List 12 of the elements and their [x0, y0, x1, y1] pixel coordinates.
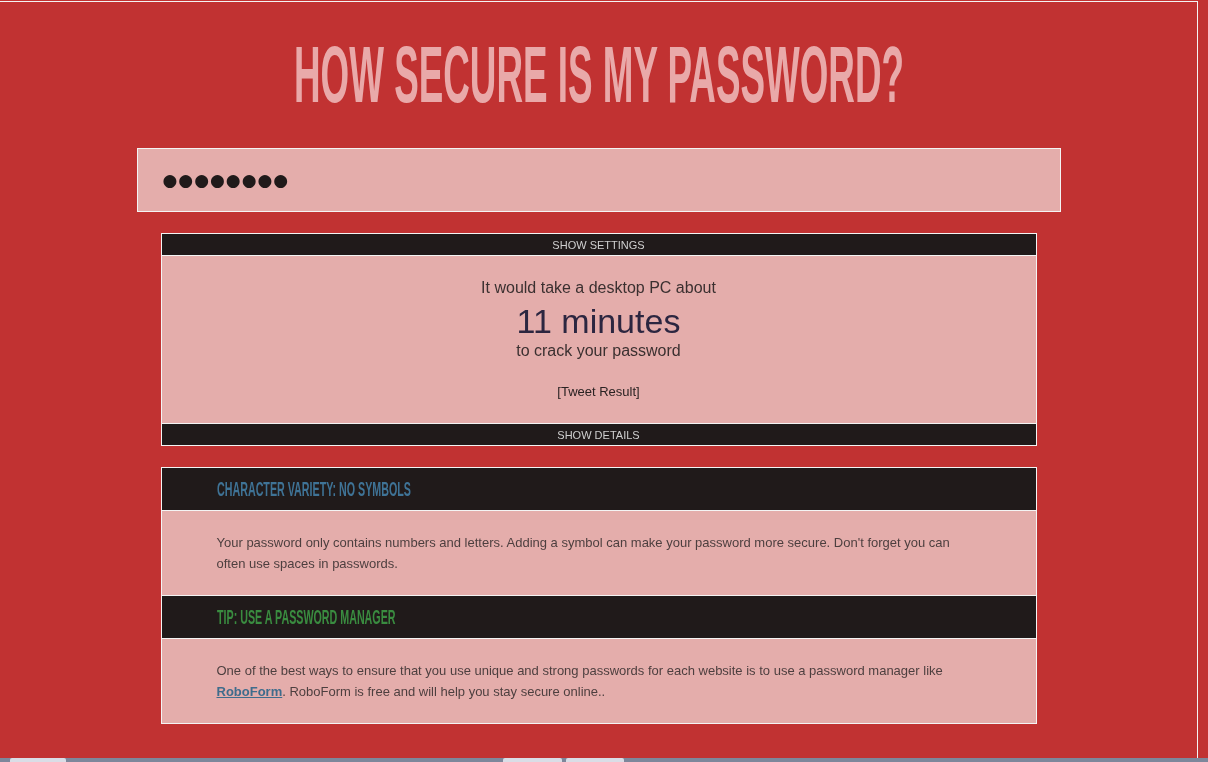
section-paragraph: One of the best ways to ensure that you use unique and strong passwords for each website is to use a password manager like RoboForm. RoboForm is free and will help you stay secure online..	[216, 662, 944, 701]
section-heading: CHARACTER VARIETY: NO SYMBOLS	[216, 478, 411, 500]
show-details-button[interactable]: SHOW DETAILS	[161, 423, 1036, 445]
result-trail-text: to crack your password	[516, 341, 681, 361]
crack-time-text: 11 minutes	[516, 302, 681, 340]
tweet-result-link[interactable]: [Tweet Result]	[557, 383, 640, 401]
section-paragraph: Your password only contains numbers and letters. Adding a symbol can make your password more secure. Don't forget you can often use spaces in passwords.	[216, 534, 951, 573]
show-settings-button[interactable]: SHOW SETTINGS	[161, 234, 1036, 256]
section-heading: TIP: USE A PASSWORD MANAGER	[216, 606, 396, 628]
result-lead-text: It would take a desktop PC about	[481, 278, 716, 298]
password-field[interactable]: ●●●●●●●●	[136, 148, 1061, 212]
page-title: HOW SECURE IS MY PASSWORD?	[293, 35, 904, 115]
